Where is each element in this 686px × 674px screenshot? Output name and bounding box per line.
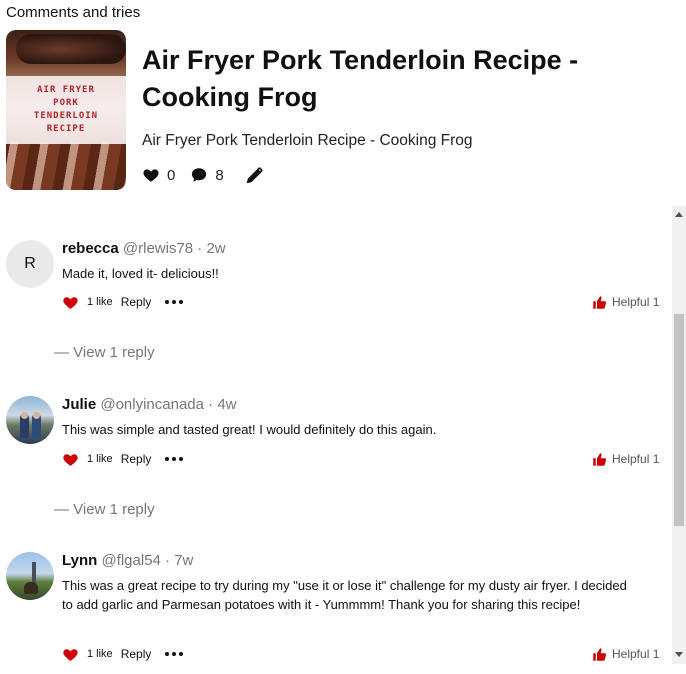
pin-stats: 0 8 [142, 163, 266, 187]
heart-icon[interactable] [62, 451, 79, 468]
comments-list[interactable]: R rebecca @rlewis78 · 2w Made it, loved … [0, 206, 672, 674]
view-replies-button[interactable]: — View 1 reply [54, 344, 155, 361]
comment-handle: @flgal54 · 7w [101, 552, 194, 569]
comments-stat[interactable]: 8 [190, 166, 224, 184]
comment-text: This was simple and tasted great! I woul… [62, 422, 437, 437]
thumbnail-text-line: TENDERLOIN [33, 111, 99, 121]
comment-text: This was a great recipe to try during my… [62, 578, 627, 612]
speech-bubble-icon [192, 168, 207, 182]
pin-subtitle: Air Fryer Pork Tenderloin Recipe - Cooki… [142, 132, 473, 149]
comment-actions: 1 like Reply [62, 644, 184, 664]
helpful-button[interactable]: Helpful 1 [592, 449, 659, 469]
like-count: 1 like [87, 648, 113, 660]
section-title: Comments and tries [6, 4, 141, 21]
thumbnail-photo-top [16, 34, 126, 64]
like-count: 1 like [87, 453, 113, 465]
thumbnail-text-line: PORK [53, 98, 79, 108]
thumbnail-text-line: RECIPE [46, 124, 86, 134]
comment-actions: 1 like Reply [62, 292, 184, 312]
comment-header: Lynn @flgal54 · 7w [62, 552, 193, 569]
avatar-letter: R [24, 255, 36, 272]
view-replies-button[interactable]: — View 1 reply [54, 501, 155, 518]
thumbs-up-icon [593, 295, 607, 309]
helpful-button[interactable]: Helpful 1 [592, 292, 659, 312]
heart-icon[interactable] [62, 646, 79, 663]
thumbnail-photo-bottom [6, 142, 126, 190]
thumbnail-banner: AIR FRYER PORK TENDERLOIN RECIPE [6, 76, 126, 144]
pin-thumbnail[interactable]: AIR FRYER PORK TENDERLOIN RECIPE [6, 30, 126, 190]
comments-count: 8 [215, 166, 224, 184]
comment-handle: @rlewis78 · 2w [122, 240, 226, 257]
reply-button[interactable]: Reply [121, 647, 152, 661]
avatar[interactable] [6, 552, 54, 600]
helpful-button[interactable]: Helpful 1 [592, 644, 659, 664]
comment-author[interactable]: Lynn [62, 552, 97, 569]
avatar[interactable]: R [6, 240, 54, 288]
pin-title[interactable]: Air Fryer Pork Tenderloin Recipe - Cooki… [142, 42, 642, 116]
more-options-icon[interactable] [165, 300, 184, 304]
reply-button[interactable]: Reply [121, 452, 152, 466]
comment-author[interactable]: Julie [62, 396, 96, 413]
heart-icon [143, 169, 159, 182]
scroll-down-arrow-icon[interactable] [675, 652, 683, 657]
scrollbar[interactable] [672, 206, 686, 664]
comment-author[interactable]: rebecca [62, 240, 119, 257]
helpful-label: Helpful 1 [612, 452, 660, 466]
reactions-stat[interactable]: 0 [142, 166, 175, 184]
thumbs-up-icon [593, 452, 607, 466]
reactions-count: 0 [167, 166, 176, 184]
reply-button[interactable]: Reply [121, 295, 152, 309]
like-count: 1 like [87, 296, 113, 308]
comment-handle: @onlyincanada · 4w [100, 396, 237, 413]
avatar-rider [24, 582, 38, 594]
comment-header: Julie @onlyincanada · 4w [62, 396, 237, 413]
comment-text: Made it, loved it- delicious!! [62, 266, 219, 281]
scrollbar-thumb[interactable] [674, 314, 684, 526]
helpful-label: Helpful 1 [612, 647, 660, 661]
thumbs-up-icon [593, 647, 607, 661]
avatar[interactable] [6, 396, 54, 444]
pencil-icon[interactable] [244, 164, 266, 186]
avatar-figure-head [33, 412, 40, 419]
scroll-up-arrow-icon[interactable] [675, 212, 683, 217]
more-options-icon[interactable] [165, 652, 184, 656]
heart-icon[interactable] [62, 294, 79, 311]
thumbnail-text-line: AIR FRYER [37, 85, 95, 95]
more-options-icon[interactable] [165, 457, 184, 461]
avatar-figure-head [21, 412, 28, 419]
comment-header: rebecca @rlewis78 · 2w [62, 240, 226, 257]
comment-actions: 1 like Reply [62, 449, 184, 469]
helpful-label: Helpful 1 [612, 295, 660, 309]
